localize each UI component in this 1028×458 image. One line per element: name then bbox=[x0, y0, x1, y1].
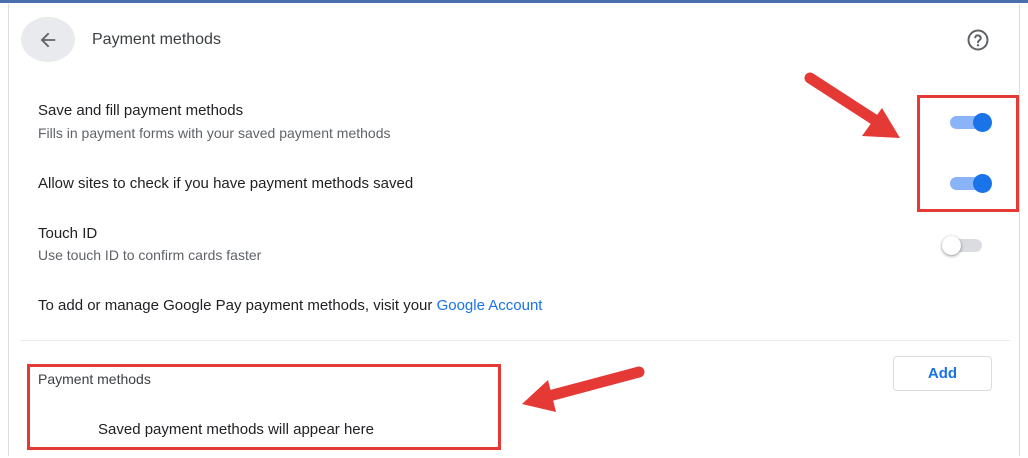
section-divider bbox=[20, 340, 1010, 341]
setting-touch-id-title: Touch ID bbox=[38, 225, 98, 242]
touch-id-toggle[interactable] bbox=[942, 236, 988, 255]
back-button[interactable] bbox=[21, 17, 75, 62]
toggle-knob bbox=[942, 236, 961, 255]
arrow-left-icon bbox=[40, 32, 56, 47]
add-payment-method-button[interactable]: Add bbox=[893, 356, 992, 391]
payment-methods-highlight-box bbox=[27, 364, 501, 450]
google-pay-info: To add or manage Google Pay payment meth… bbox=[38, 297, 542, 314]
page-title: Payment methods bbox=[92, 31, 221, 48]
annotation-arrow-icon bbox=[804, 72, 900, 138]
window-top-border bbox=[0, 0, 1028, 3]
setting-touch-id-description: Use touch ID to confirm cards faster bbox=[38, 247, 262, 263]
toggles-highlight-box bbox=[917, 95, 1019, 212]
setting-save-fill-title: Save and fill payment methods bbox=[38, 102, 244, 119]
setting-save-fill-description: Fills in payment forms with your saved p… bbox=[38, 125, 391, 141]
help-circle-icon[interactable] bbox=[966, 28, 990, 52]
google-pay-text: To add or manage Google Pay payment meth… bbox=[38, 297, 437, 314]
annotation-arrow-icon bbox=[522, 366, 645, 412]
google-account-link[interactable]: Google Account bbox=[437, 297, 543, 314]
setting-allow-sites-title: Allow sites to check if you have payment… bbox=[38, 175, 414, 192]
